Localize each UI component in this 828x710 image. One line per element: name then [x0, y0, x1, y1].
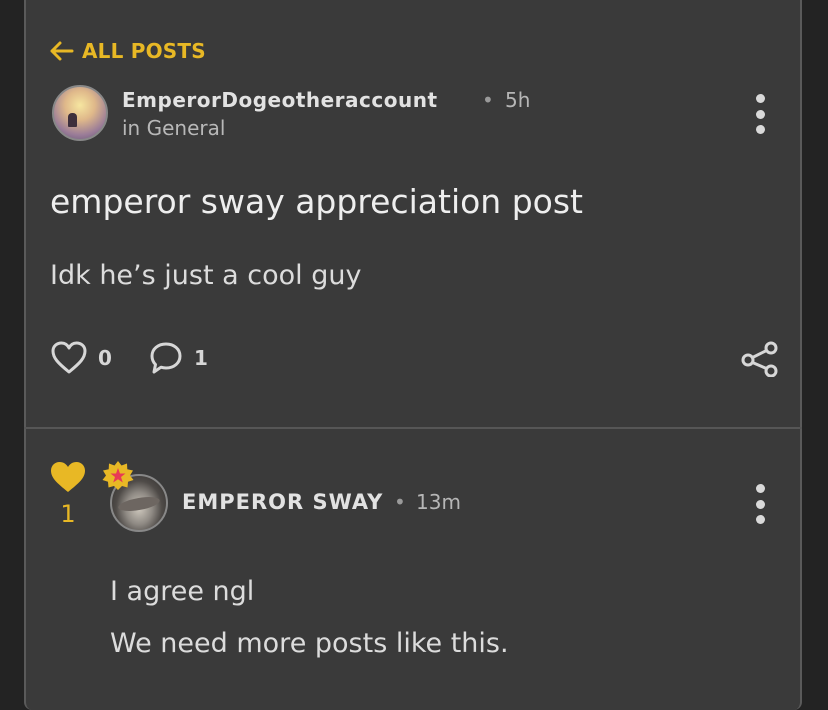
comment-meta-separator: •	[394, 490, 406, 514]
post-share-button[interactable]	[740, 341, 780, 377]
post-author-avatar[interactable]	[52, 85, 108, 141]
post-author-name[interactable]: EmperorDogeotheraccount	[122, 88, 438, 112]
post-more-options-button[interactable]	[750, 94, 770, 134]
post-title: emperor sway appreciation post	[50, 182, 583, 221]
post-comment-divider	[24, 427, 802, 429]
comment-bubble-icon	[150, 342, 182, 374]
comment-author-name[interactable]: EMPEROR SWAY	[182, 490, 383, 514]
heart-filled-icon	[51, 462, 85, 492]
star-badge-icon	[102, 461, 134, 490]
comment-text-line: We need more posts like this.	[110, 628, 509, 659]
post-category[interactable]: in General	[122, 116, 225, 140]
comment-like-count: 1	[60, 500, 76, 528]
post-like-button[interactable]: 0	[50, 340, 112, 376]
all-posts-label: ALL POSTS	[82, 39, 206, 63]
post-comment-count: 1	[194, 346, 208, 370]
comment-more-options-button[interactable]	[750, 484, 770, 524]
arrow-left-icon	[50, 41, 74, 61]
post-like-count: 0	[98, 346, 112, 370]
more-vertical-icon	[755, 484, 765, 493]
post-comment-button[interactable]: 1	[148, 340, 208, 376]
comment-like-button[interactable]: 1	[48, 460, 88, 528]
comment-text-line: I agree ngl	[110, 576, 255, 607]
comment-timestamp: 13m	[416, 490, 461, 514]
post-body: Idk he’s just a cool guy	[50, 260, 362, 291]
post-meta-separator: •	[482, 88, 494, 112]
all-posts-link[interactable]: ALL POSTS	[48, 39, 206, 63]
share-icon	[741, 341, 778, 377]
more-vertical-icon	[755, 94, 765, 103]
post-timestamp: 5h	[505, 88, 531, 112]
heart-outline-icon	[51, 341, 87, 374]
